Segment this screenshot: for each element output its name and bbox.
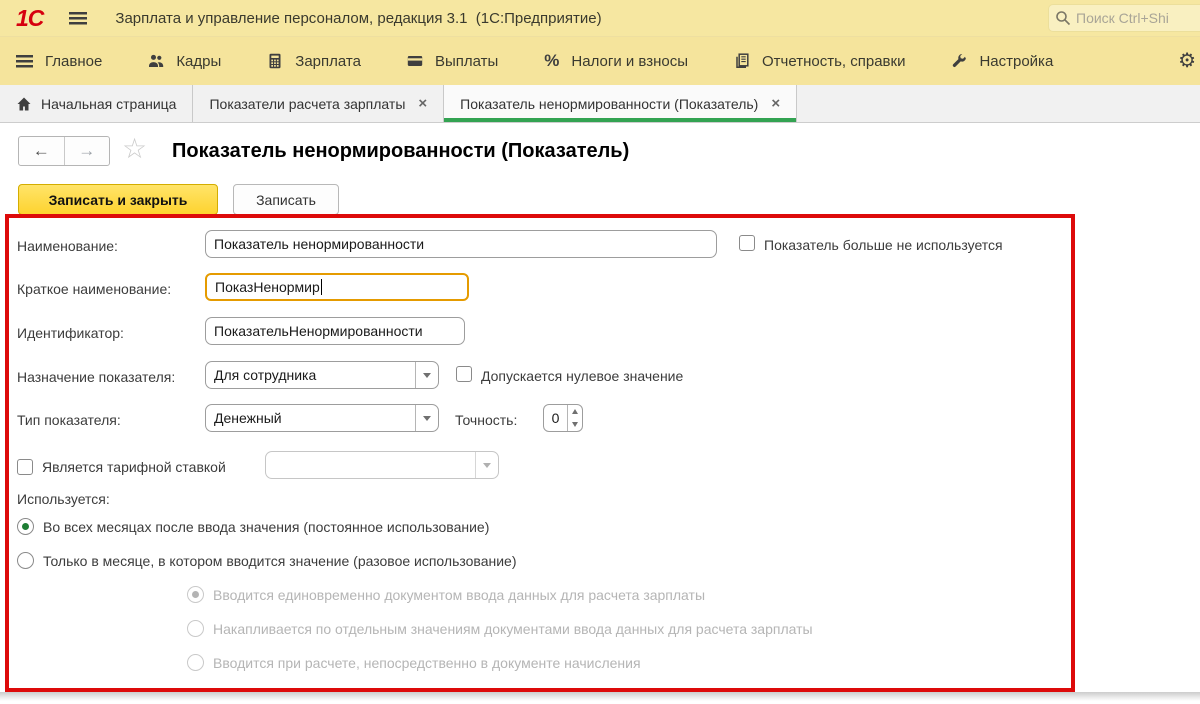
history-nav: ← →: [18, 136, 110, 166]
form-bottom-shadow: [0, 692, 1200, 701]
title-bar: 1С Зарплата и управление персоналом, ред…: [0, 0, 1200, 36]
zero-allowed-checkbox[interactable]: [456, 366, 472, 382]
short-name-input[interactable]: ПоказНенормир: [205, 273, 469, 301]
page-title: Показатель ненормированности (Показатель…: [172, 140, 630, 162]
usage-radio-onetime[interactable]: [17, 552, 34, 569]
documents-icon: [736, 53, 749, 68]
close-icon[interactable]: ×: [418, 95, 427, 112]
menu-item-nastroyka[interactable]: Настройка: [951, 53, 1053, 70]
menu-item-kadry[interactable]: Кадры: [148, 53, 221, 70]
tariff-rate-checkbox-label: Является тарифной ставкой: [42, 459, 226, 475]
global-search[interactable]: [1048, 4, 1200, 32]
menu-lines-icon: [16, 54, 33, 68]
close-icon[interactable]: ×: [771, 95, 780, 112]
chevron-down-icon[interactable]: [415, 362, 438, 388]
tariff-rate-checkbox[interactable]: [17, 459, 33, 475]
forward-button[interactable]: →: [65, 137, 110, 165]
search-icon: [1056, 11, 1071, 26]
not-used-checkbox-label: Показатель больше не используется: [764, 237, 1003, 253]
name-label: Наименование:: [17, 238, 118, 254]
entry-radio-single-document: [187, 586, 204, 603]
menu-item-label: Кадры: [176, 52, 222, 70]
entry-radio-accumulated-label: Накапливается по отдельным значениям док…: [213, 621, 813, 637]
tab-home[interactable]: Начальная страница: [0, 85, 194, 122]
tab-label: Показатели расчета зарплаты: [209, 95, 406, 112]
short-name-label: Краткое наименование:: [17, 281, 172, 297]
name-input[interactable]: [205, 230, 717, 258]
menu-item-zarplata[interactable]: Зарплата: [267, 53, 361, 70]
usage-radio-permanent[interactable]: [17, 518, 34, 535]
stepper-arrows: [567, 405, 582, 431]
favorite-star-icon[interactable]: ☆: [122, 132, 147, 165]
purpose-value: Для сотрудника: [214, 367, 317, 383]
tab-pokazatel-nenormirovannosti[interactable]: Показатель ненормированности (Показатель…: [444, 85, 798, 122]
short-name-value: ПоказНенормир: [215, 279, 320, 295]
type-value: Денежный: [214, 410, 282, 426]
calculator-icon: [269, 53, 281, 69]
card-icon: [407, 56, 423, 66]
chevron-down-icon: [475, 452, 498, 478]
home-icon: [17, 97, 31, 110]
tariff-rate-select: [265, 451, 499, 479]
step-up-icon[interactable]: [568, 405, 582, 418]
text-cursor: [320, 279, 322, 295]
active-tab-indicator: [444, 118, 797, 122]
entry-radio-at-calculation-label: Вводится при расчете, непосредственно в …: [213, 655, 641, 671]
section-menu-bar: Главное Кадры Зарплата Выплаты % Налоги …: [0, 36, 1200, 85]
main-menu-icon[interactable]: [69, 11, 88, 25]
menu-item-otchetnost[interactable]: Отчетность, справки: [734, 53, 905, 70]
highlight-rectangle: Наименование: Показатель больше не испол…: [5, 214, 1075, 692]
entry-radio-single-document-label: Вводится единовременно документом ввода …: [213, 587, 706, 603]
app-window: 1С Зарплата и управление персоналом, ред…: [0, 0, 1200, 704]
purpose-label: Назначение показателя:: [17, 369, 176, 385]
back-button[interactable]: ←: [19, 137, 65, 165]
purpose-select[interactable]: Для сотрудника: [205, 361, 439, 389]
identifier-label: Идентификатор:: [17, 325, 124, 341]
people-icon: [149, 54, 164, 67]
type-label: Тип показателя:: [17, 412, 121, 428]
tab-label: Начальная страница: [41, 95, 177, 112]
menu-item-glavnoe[interactable]: Главное: [16, 53, 102, 70]
menu-item-label: Настройка: [979, 52, 1054, 70]
search-input[interactable]: [1076, 10, 1196, 26]
menu-item-label: Выплаты: [434, 52, 499, 70]
app-title: Зарплата и управление персоналом, редакц…: [115, 9, 602, 27]
menu-item-label: Зарплата: [295, 52, 361, 70]
save-button[interactable]: Записать: [233, 184, 339, 215]
wrench-icon: [953, 54, 967, 68]
menu-item-label: Главное: [45, 52, 103, 70]
not-used-checkbox[interactable]: [739, 235, 755, 251]
gear-icon[interactable]: ⚙: [1178, 51, 1196, 71]
precision-label: Точность:: [455, 412, 518, 428]
usage-group-label: Используется:: [17, 491, 110, 507]
step-down-icon[interactable]: [568, 418, 582, 431]
usage-radio-onetime-label: Только в месяце, в котором вводится знач…: [43, 553, 517, 569]
type-select[interactable]: Денежный: [205, 404, 439, 432]
menu-item-label: Налоги и взносы: [571, 52, 689, 70]
menu-item-vyplaty[interactable]: Выплаты: [407, 53, 498, 70]
chevron-down-icon[interactable]: [415, 405, 438, 431]
menu-item-label: Отчетность, справки: [762, 52, 906, 70]
precision-value: 0: [551, 410, 560, 426]
menu-item-nalogi[interactable]: % Налоги и взносы: [544, 51, 688, 71]
percent-icon: %: [544, 51, 560, 70]
tab-bar: Начальная страница Показатели расчета за…: [0, 85, 1200, 123]
identifier-input[interactable]: [205, 317, 465, 345]
1c-logo-icon: 1С: [16, 4, 44, 31]
entry-radio-at-calculation: [187, 654, 204, 671]
usage-radio-permanent-label: Во всех месяцах после ввода значения (по…: [43, 519, 490, 535]
zero-allowed-checkbox-label: Допускается нулевое значение: [481, 368, 684, 384]
tab-pokazateli-rascheta[interactable]: Показатели расчета зарплаты ×: [193, 85, 445, 122]
entry-radio-accumulated: [187, 620, 204, 637]
precision-stepper[interactable]: 0: [543, 404, 583, 432]
save-and-close-button[interactable]: Записать и закрыть: [18, 184, 218, 215]
tab-label: Показатель ненормированности (Показатель…: [460, 95, 759, 112]
